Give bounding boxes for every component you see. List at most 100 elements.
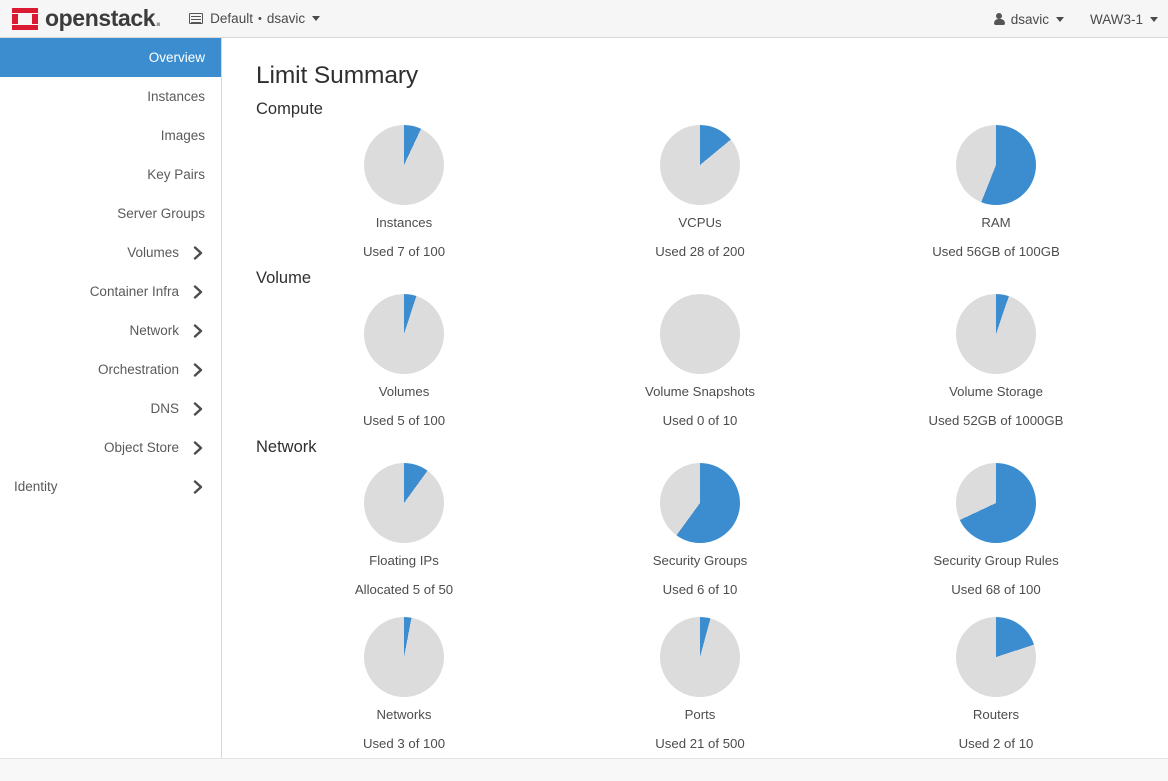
limit-chart-vcpus: VCPUs Used 28 of 200 bbox=[552, 125, 848, 259]
pie-chart bbox=[364, 617, 444, 697]
chart-usage-text: Allocated 5 of 50 bbox=[354, 582, 454, 597]
pie-chart bbox=[660, 617, 740, 697]
pie-chart bbox=[956, 617, 1036, 697]
chart-usage-text: Used 0 of 10 bbox=[662, 413, 738, 428]
sidebar-item-server-groups[interactable]: Server Groups bbox=[0, 194, 221, 233]
page-body: Overview Instances Images Key Pairs Server G… bbox=[0, 38, 1168, 758]
sidebar-item-label: Images bbox=[160, 128, 205, 143]
chevron-down-icon bbox=[312, 16, 321, 21]
chart-label: Volumes bbox=[378, 384, 430, 399]
limit-chart-routers: Routers Used 2 of 10 bbox=[848, 617, 1144, 751]
sidebar-item-dns[interactable]: DNS bbox=[0, 389, 221, 428]
domain-label: Default bbox=[210, 11, 253, 26]
sidebar-item-orchestration[interactable]: Orchestration bbox=[0, 350, 221, 389]
chart-usage-text: Used 6 of 10 bbox=[662, 582, 738, 597]
chart-label: Security Groups bbox=[652, 553, 748, 568]
charts-row: Floating IPs Allocated 5 of 50 Security Gr… bbox=[256, 463, 1144, 597]
brand-wordmark: openstack. bbox=[45, 5, 162, 31]
sidebar-item-label: Instances bbox=[147, 89, 205, 104]
chevron-right-icon bbox=[191, 401, 205, 416]
sidebar-item-object-store[interactable]: Object Store bbox=[0, 428, 221, 467]
section-title: Volume bbox=[256, 269, 312, 287]
pie-chart bbox=[956, 125, 1036, 205]
chart-usage-text: Used 21 of 500 bbox=[655, 736, 745, 751]
pie-chart bbox=[956, 294, 1036, 374]
region-menu-label: WAW3-1 bbox=[1090, 11, 1143, 27]
project-label: dsavic bbox=[266, 11, 306, 26]
chart-usage-text: Used 5 of 100 bbox=[362, 413, 446, 428]
limit-chart-ram: RAM Used 56GB of 100GB bbox=[848, 125, 1144, 259]
chart-label: Networks bbox=[376, 707, 432, 722]
chevron-right-icon bbox=[191, 440, 205, 455]
sidebar-item-label: Identity bbox=[14, 479, 58, 494]
user-icon bbox=[993, 13, 1005, 25]
sidebar-item-instances[interactable]: Instances bbox=[0, 77, 221, 116]
charts-row: Instances Used 7 of 100 VCPUs Used 28 of 20… bbox=[256, 125, 1144, 259]
charts-row: Networks Used 3 of 100 Ports Used 21 of 500… bbox=[256, 617, 1144, 751]
limit-chart-volume-snapshots: Volume Snapshots Used 0 of 10 bbox=[552, 294, 848, 428]
chart-usage-text: Used 68 of 100 bbox=[951, 582, 1041, 597]
chart-label: Ports bbox=[684, 707, 716, 722]
context-separator: • bbox=[257, 12, 262, 25]
sidebar-item-label: Key Pairs bbox=[147, 167, 205, 182]
page-title: Limit Summary bbox=[256, 62, 419, 89]
brand-name: openstack bbox=[45, 5, 156, 31]
chart-usage-text: Used 52GB of 1000GB bbox=[928, 413, 1064, 428]
chart-label: Instances bbox=[375, 215, 433, 230]
chevron-right-icon bbox=[191, 323, 205, 338]
limit-chart-ports: Ports Used 21 of 500 bbox=[552, 617, 848, 751]
pie-chart bbox=[956, 463, 1036, 543]
navbar-right-group: dsavic WAW3-1 bbox=[993, 0, 1158, 38]
sidebar-item-volumes[interactable]: Volumes bbox=[0, 233, 221, 272]
top-navbar: openstack. Default • dsavic dsavic WAW3-… bbox=[0, 0, 1168, 38]
main-content: Limit Summary Compute Instances Used 7 of … bbox=[222, 38, 1168, 758]
page-footer bbox=[0, 758, 1168, 781]
chart-label: VCPUs bbox=[678, 215, 722, 230]
charts-row: Volumes Used 5 of 100 Volume Snapshots Used… bbox=[256, 294, 1144, 428]
chart-label: Floating IPs bbox=[369, 553, 439, 568]
sidebar-item-label: Container Infra bbox=[89, 284, 179, 299]
chart-usage-text: Used 7 of 100 bbox=[362, 244, 446, 259]
chevron-right-icon bbox=[191, 479, 205, 494]
sidebar-item-label: Overview bbox=[148, 50, 205, 65]
section-compute: Compute Instances Used 7 of 100 VCPUs Used 2… bbox=[256, 100, 1144, 259]
chart-label: RAM bbox=[981, 215, 1011, 230]
sidebar-item-key-pairs[interactable]: Key Pairs bbox=[0, 155, 221, 194]
sidebar-item-label: Orchestration bbox=[97, 362, 179, 377]
chart-usage-text: Used 28 of 200 bbox=[655, 244, 745, 259]
chart-label: Routers bbox=[972, 707, 1020, 722]
region-menu[interactable]: WAW3-1 bbox=[1090, 12, 1158, 27]
limit-chart-networks: Networks Used 3 of 100 bbox=[256, 617, 552, 751]
chevron-down-icon bbox=[1150, 16, 1158, 22]
sidebar-item-overview[interactable]: Overview bbox=[0, 38, 221, 77]
sidebar-item-label: Object Store bbox=[103, 440, 179, 455]
limit-chart-instances: Instances Used 7 of 100 bbox=[256, 125, 552, 259]
limit-chart-security-groups: Security Groups Used 6 of 10 bbox=[552, 463, 848, 597]
pie-chart bbox=[364, 463, 444, 543]
chevron-right-icon bbox=[191, 362, 205, 377]
sidebar-item-images[interactable]: Images bbox=[0, 116, 221, 155]
limit-chart-volume-storage: Volume Storage Used 52GB of 1000GB bbox=[848, 294, 1144, 428]
project-domain-switcher[interactable]: Default • dsavic bbox=[189, 11, 321, 26]
openstack-logo[interactable]: openstack. bbox=[0, 5, 162, 31]
limit-chart-volumes: Volumes Used 5 of 100 bbox=[256, 294, 552, 428]
user-menu-label: dsavic bbox=[1010, 11, 1049, 27]
user-menu[interactable]: dsavic bbox=[993, 11, 1064, 27]
section-title: Network bbox=[256, 438, 317, 456]
openstack-logo-icon bbox=[12, 7, 38, 30]
sidebar-item-container-infra[interactable]: Container Infra bbox=[0, 272, 221, 311]
sidebar-nav: Overview Instances Images Key Pairs Server G… bbox=[0, 38, 222, 758]
sidebar-item-network[interactable]: Network bbox=[0, 311, 221, 350]
pie-chart bbox=[660, 463, 740, 543]
sidebar-item-identity[interactable]: Identity bbox=[0, 467, 221, 506]
chevron-right-icon bbox=[191, 284, 205, 299]
chart-label: Volume Snapshots bbox=[645, 384, 755, 399]
chart-usage-text: Used 2 of 10 bbox=[958, 736, 1034, 751]
brand-dot: . bbox=[155, 5, 162, 31]
limit-sections: Compute Instances Used 7 of 100 VCPUs Used 2… bbox=[256, 100, 1144, 751]
limit-chart-floating-ips: Floating IPs Allocated 5 of 50 bbox=[256, 463, 552, 597]
section-network: Network Floating IPs Allocated 5 of 50 Secu… bbox=[256, 438, 1144, 751]
chart-label: Volume Storage bbox=[949, 384, 1043, 399]
sidebar-item-label: DNS bbox=[150, 401, 179, 416]
chevron-down-icon bbox=[1056, 16, 1064, 22]
